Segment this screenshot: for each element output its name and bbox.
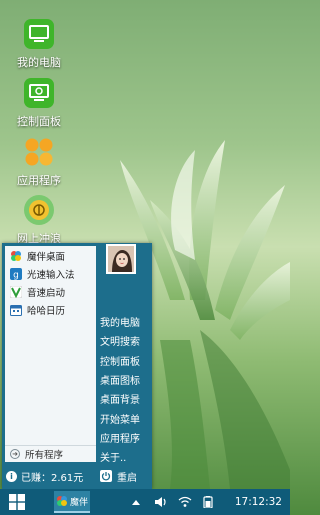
mobanzhuomian-icon — [56, 496, 67, 506]
start-app-item[interactable]: 魔伴桌面 — [5, 248, 96, 264]
wifi-icon[interactable] — [175, 496, 195, 508]
arrow-right-icon: ➜ — [10, 449, 20, 459]
start-app-item[interactable]: 音速启动 — [5, 284, 96, 300]
svg-text:g: g — [13, 271, 19, 281]
quick-link-start-menu[interactable]: 开始菜单 — [100, 408, 150, 427]
desktop-icon-label: 控制面板 — [17, 115, 61, 128]
volume-icon[interactable] — [151, 496, 171, 508]
quick-link-search[interactable]: 文明搜索 — [100, 331, 150, 350]
start-menu: 魔伴桌面 g 光速输入法 音速启动 哈哈日历 ➜ 所有程序 i 已赚：2.61元… — [2, 243, 152, 489]
start-app-label: 光速输入法 — [27, 270, 75, 281]
info-icon: i — [6, 470, 17, 482]
earnings-status[interactable]: i 已赚：2.61元 — [6, 467, 83, 485]
windows-logo-icon — [9, 494, 25, 510]
taskbar-app-label: 魔伴 — [69, 497, 88, 508]
user-avatar-image — [108, 246, 134, 272]
start-app-label: 魔伴桌面 — [27, 252, 66, 263]
control-panel-icon — [24, 78, 54, 108]
start-app-item[interactable]: g 光速输入法 — [5, 266, 96, 282]
quick-link-about[interactable]: 关于.. — [100, 447, 150, 466]
battery-icon[interactable] — [199, 496, 217, 508]
quick-link-desktop-background[interactable]: 桌面背景 — [100, 389, 150, 408]
vstart-icon — [10, 286, 22, 298]
all-programs-label: 所有程序 — [25, 450, 64, 461]
quick-link-control-panel[interactable]: 控制面板 — [100, 351, 150, 370]
apps-icon — [25, 138, 53, 166]
restart-button[interactable]: 重启 — [100, 467, 137, 485]
desktop-icon-label: 应用程序 — [17, 174, 61, 187]
system-tray: 17:12:32 — [129, 489, 290, 515]
power-icon — [100, 470, 112, 482]
computer-icon — [24, 19, 54, 49]
earnings-label: 已赚：2.61元 — [21, 472, 84, 484]
desktop-icon-browser[interactable]: 网上冲浪 — [0, 194, 78, 246]
chevron-up-icon[interactable] — [129, 499, 143, 505]
quick-link-my-computer[interactable]: 我的电脑 — [100, 312, 150, 331]
all-programs-button[interactable]: ➜ 所有程序 — [5, 445, 96, 462]
start-app-label: 音速启动 — [27, 288, 66, 299]
start-menu-quick-links: 我的电脑 文明搜索 控制面板 桌面图标 桌面背景 开始菜单 应用程序 关于.. — [100, 312, 150, 466]
avatar[interactable] — [106, 244, 136, 274]
taskbar-clock[interactable]: 17:12:32 — [235, 496, 282, 508]
start-menu-app-list: 魔伴桌面 g 光速输入法 音速启动 哈哈日历 ➜ 所有程序 — [5, 246, 96, 462]
input-method-icon: g — [10, 268, 22, 280]
start-app-item[interactable]: 哈哈日历 — [5, 302, 96, 318]
start-app-label: 哈哈日历 — [27, 306, 66, 317]
mobanzhuomian-icon — [10, 250, 22, 262]
desktop-icon-control-panel[interactable]: 控制面板 — [0, 77, 78, 129]
calendar-icon — [10, 304, 22, 316]
start-button[interactable] — [0, 489, 34, 515]
desktop-icon-label: 我的电脑 — [17, 56, 61, 69]
taskbar-app-moban[interactable]: 魔伴 — [54, 491, 90, 513]
quick-link-desktop-icons[interactable]: 桌面图标 — [100, 370, 150, 389]
taskbar: 魔伴 17:12:32 — [0, 489, 290, 515]
restart-label: 重启 — [117, 472, 137, 484]
browser-icon — [24, 195, 54, 225]
desktop-icon-apps[interactable]: 应用程序 — [0, 136, 78, 188]
desktop-icon-my-computer[interactable]: 我的电脑 — [0, 18, 78, 70]
quick-link-apps[interactable]: 应用程序 — [100, 428, 150, 447]
